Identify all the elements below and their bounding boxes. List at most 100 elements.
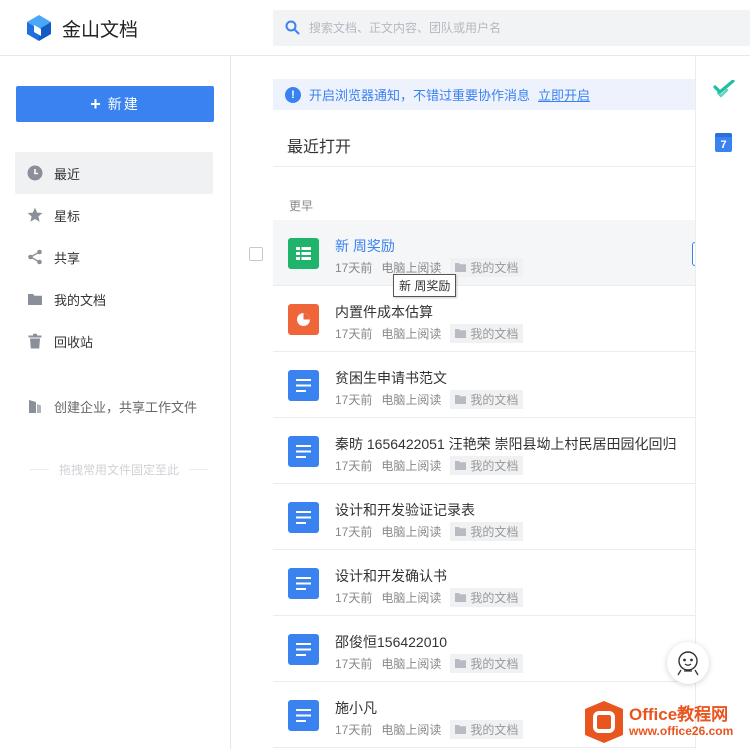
row-checkbox[interactable]	[249, 247, 263, 261]
sidebar-item-label: 我的文档	[54, 292, 107, 308]
folder-name: 我的文档	[470, 261, 519, 275]
todo-check-icon[interactable]	[713, 80, 735, 98]
app-title: 金山文档	[62, 20, 139, 41]
watermark-url: www.office26.com	[629, 723, 734, 738]
assistant-avatar-button[interactable]	[667, 642, 709, 684]
file-row[interactable]: 设计和开发确认书 17天前 电脑上阅读 我的文档	[273, 550, 695, 616]
clock-icon	[27, 165, 43, 181]
sidebar-item-recent[interactable]: 最近	[15, 152, 213, 194]
file-meta: 17天前 电脑上阅读 我的文档	[335, 390, 524, 409]
create-enterprise-link[interactable]: 创建企业，共享工作文件	[15, 386, 197, 426]
enable-notifications-link[interactable]: 立即开启	[538, 85, 590, 104]
file-name[interactable]: 贫困生申请书范文	[335, 368, 695, 388]
folder-icon	[455, 395, 467, 404]
search-bar[interactable]	[273, 10, 750, 46]
top-header: 金山文档	[0, 0, 750, 56]
document-icon	[288, 568, 319, 599]
file-time: 17天前	[335, 591, 373, 605]
file-row[interactable]: 秦昉 1656422051 汪艳荣 崇阳县坳上村民居田园化回归 17天前 电脑上…	[273, 418, 695, 484]
file-time: 17天前	[335, 261, 373, 275]
watermark: Office教程网 www.office26.com	[583, 699, 733, 745]
sidebar: + 新建 最近 星标 共享 我的文档 回收站 创建企业，共享工作文件 拖拽常用文…	[0, 56, 231, 749]
document-icon	[288, 700, 319, 731]
trash-icon	[27, 333, 43, 349]
file-name-tooltip: 新 周奖励	[393, 274, 457, 297]
folder-icon	[455, 461, 467, 470]
file-source: 电脑上阅读	[381, 525, 442, 539]
search-input[interactable]	[309, 10, 729, 46]
folder-icon	[455, 593, 467, 602]
calendar-icon[interactable]: 7	[715, 133, 732, 152]
divider	[189, 469, 209, 470]
sidebar-item-shared[interactable]: 共享	[15, 236, 213, 278]
folder-name: 我的文档	[470, 459, 519, 473]
office-logo-icon	[585, 701, 623, 743]
folder-tag[interactable]: 我的文档	[450, 324, 524, 343]
file-time: 17天前	[335, 459, 373, 473]
file-row[interactable]: 设计和开发验证记录表 17天前 电脑上阅读 我的文档	[273, 484, 695, 550]
file-meta: 17天前 电脑上阅读 我的文档	[335, 720, 524, 739]
folder-icon	[27, 291, 43, 307]
new-button-label: 新建	[107, 96, 140, 112]
assistant-mascot-icon	[677, 651, 699, 676]
file-row[interactable]: 贫困生申请书范文 17天前 电脑上阅读 我的文档	[273, 352, 695, 418]
folder-icon	[455, 725, 467, 734]
calendar-day: 7	[720, 139, 727, 151]
pin-drop-zone[interactable]: 拖拽常用文件固定至此	[30, 461, 209, 478]
group-label: 更早	[289, 199, 314, 213]
folder-tag[interactable]: 我的文档	[450, 522, 524, 541]
divider	[30, 469, 49, 470]
right-rail: 7	[695, 56, 750, 749]
sidebar-item-starred[interactable]: 星标	[15, 194, 213, 236]
star-icon	[27, 207, 43, 223]
file-source: 电脑上阅读	[381, 393, 442, 407]
notification-text: 开启浏览器通知，不错过重要协作消息	[309, 88, 531, 103]
file-meta: 17天前 电脑上阅读 我的文档	[335, 324, 524, 343]
document-icon	[288, 370, 319, 401]
file-meta: 17天前 电脑上阅读 我的文档	[335, 654, 524, 673]
create-enterprise-label: 创建企业，共享工作文件	[54, 399, 198, 415]
folder-tag[interactable]: 我的文档	[450, 588, 524, 607]
file-source: 电脑上阅读	[381, 723, 442, 737]
folder-name: 我的文档	[470, 723, 519, 737]
plus-icon: +	[90, 93, 103, 114]
file-row[interactable]: 邵俊恒156422010 17天前 电脑上阅读 我的文档	[273, 616, 695, 682]
file-name[interactable]: 内置件成本估算	[335, 302, 695, 322]
file-time: 17天前	[335, 723, 373, 737]
file-list: 新 周奖励 17天前 电脑上阅读 我的文档 内置件成本估算 17天前 电脑上阅读…	[249, 220, 697, 748]
kdocs-logo-icon[interactable]	[26, 14, 52, 42]
folder-tag[interactable]: 我的文档	[450, 258, 524, 277]
file-source: 电脑上阅读	[381, 591, 442, 605]
folder-icon	[455, 263, 467, 272]
folder-name: 我的文档	[470, 591, 519, 605]
file-row[interactable]: 内置件成本估算 17天前 电脑上阅读 我的文档	[273, 286, 695, 352]
file-time: 17天前	[335, 327, 373, 341]
sidebar-item-trash[interactable]: 回收站	[15, 320, 213, 362]
file-name[interactable]: 设计和开发确认书	[335, 566, 695, 586]
file-name[interactable]: 设计和开发验证记录表	[335, 500, 695, 520]
document-icon	[288, 634, 319, 665]
file-row[interactable]: 新 周奖励 17天前 电脑上阅读 我的文档	[249, 220, 697, 286]
folder-tag[interactable]: 我的文档	[450, 720, 524, 739]
file-name[interactable]: 邵俊恒156422010	[335, 632, 695, 652]
file-meta: 17天前 电脑上阅读 我的文档	[335, 522, 524, 541]
file-time: 17天前	[335, 525, 373, 539]
folder-name: 我的文档	[470, 327, 519, 341]
file-source: 电脑上阅读	[381, 657, 442, 671]
folder-icon	[455, 659, 467, 668]
new-button[interactable]: + 新建	[16, 86, 214, 122]
sidebar-item-label: 共享	[54, 250, 81, 266]
file-name[interactable]: 秦昉 1656422051 汪艳荣 崇阳县坳上村民居田园化回归	[335, 434, 695, 454]
sidebar-item-label: 星标	[54, 208, 81, 224]
folder-tag[interactable]: 我的文档	[450, 654, 524, 673]
file-name[interactable]: 新 周奖励	[335, 236, 695, 256]
folder-tag[interactable]: 我的文档	[450, 390, 524, 409]
spreadsheet-icon	[288, 238, 319, 269]
file-meta: 17天前 电脑上阅读 我的文档	[335, 588, 524, 607]
sidebar-item-my-docs[interactable]: 我的文档	[15, 278, 213, 320]
presentation-icon	[288, 304, 319, 335]
folder-name: 我的文档	[470, 657, 519, 671]
folder-tag[interactable]: 我的文档	[450, 456, 524, 475]
folder-icon	[455, 527, 467, 536]
file-time: 17天前	[335, 393, 373, 407]
